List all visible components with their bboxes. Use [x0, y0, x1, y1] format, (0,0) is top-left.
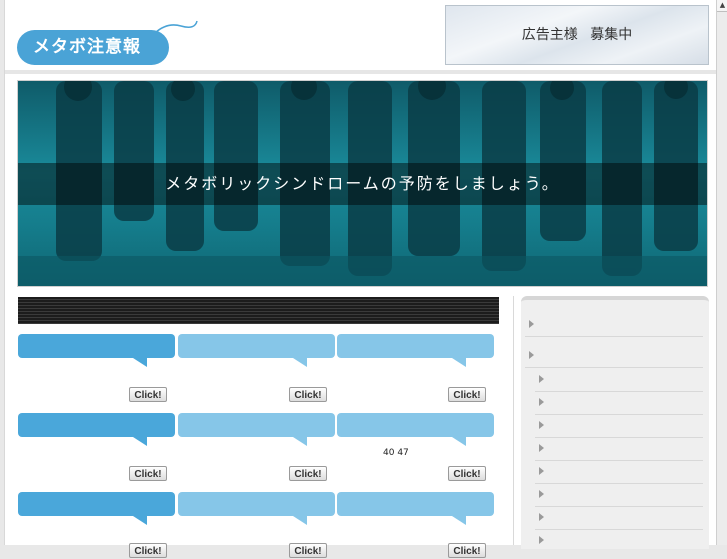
menu-bubble[interactable] — [337, 413, 494, 446]
click-button[interactable]: Click! — [129, 466, 167, 481]
menu-bubble[interactable] — [178, 413, 335, 446]
click-button[interactable]: Click! — [448, 543, 486, 558]
sidebar-subitem[interactable] — [535, 484, 703, 507]
menu-bubble[interactable] — [18, 413, 175, 446]
click-button[interactable]: Click! — [448, 387, 486, 402]
click-button[interactable]: Click! — [289, 466, 327, 481]
menu-bubble[interactable] — [178, 492, 335, 525]
sidebar-subitem[interactable] — [535, 369, 703, 392]
triangle-arrow-icon — [529, 351, 534, 359]
number-text: 40 47 — [383, 448, 409, 458]
triangle-arrow-icon — [539, 421, 544, 429]
triangle-arrow-icon — [539, 375, 544, 383]
click-button[interactable]: Click! — [129, 387, 167, 402]
hero-banner: メタボリックシンドロームの予防をしましょう。 — [17, 80, 708, 287]
up-arrow-icon[interactable]: ▲ — [717, 0, 727, 12]
menu-bubble[interactable] — [18, 492, 175, 525]
triangle-arrow-icon — [529, 320, 534, 328]
ad-banner[interactable]: 広告主様 募集中 — [445, 5, 709, 65]
sidebar-subitem[interactable] — [535, 461, 703, 484]
sidebar-subitem[interactable] — [535, 392, 703, 415]
triangle-arrow-icon — [539, 467, 544, 475]
sidebar-subitem[interactable] — [535, 530, 703, 552]
click-button[interactable]: Click! — [129, 543, 167, 558]
sidebar-item[interactable] — [525, 345, 703, 368]
site-header: メタボ注意報 広告主様 募集中 — [5, 0, 716, 70]
triangle-arrow-icon — [539, 536, 544, 544]
click-button[interactable]: Click! — [448, 466, 486, 481]
menu-bubble[interactable] — [337, 492, 494, 525]
string-line-icon — [153, 20, 198, 35]
sidebar-item[interactable] — [525, 314, 703, 337]
triangle-arrow-icon — [539, 513, 544, 521]
menu-bubble[interactable] — [18, 334, 175, 367]
triangle-arrow-icon — [539, 398, 544, 406]
sidebar-subitem[interactable] — [535, 438, 703, 461]
sidebar — [521, 296, 709, 549]
click-button[interactable]: Click! — [289, 387, 327, 402]
vertical-scrollbar[interactable]: ▲ — [716, 0, 727, 545]
header-divider — [5, 70, 716, 74]
menu-bubble[interactable] — [178, 334, 335, 367]
triangle-arrow-icon — [539, 490, 544, 498]
sidebar-subitem[interactable] — [535, 507, 703, 530]
click-button[interactable]: Click! — [289, 543, 327, 558]
column-divider — [513, 296, 514, 545]
page: メタボ注意報 広告主様 募集中 メタボリックシンドロームの予防をしましょう。 C… — [4, 0, 717, 558]
section-header-bar — [18, 297, 499, 324]
site-logo[interactable]: メタボ注意報 — [17, 30, 169, 65]
triangle-arrow-icon — [539, 444, 544, 452]
hero-tagline: メタボリックシンドロームの予防をしましょう。 — [165, 174, 560, 193]
menu-bubble[interactable] — [337, 334, 494, 367]
sidebar-subitem[interactable] — [535, 415, 703, 438]
